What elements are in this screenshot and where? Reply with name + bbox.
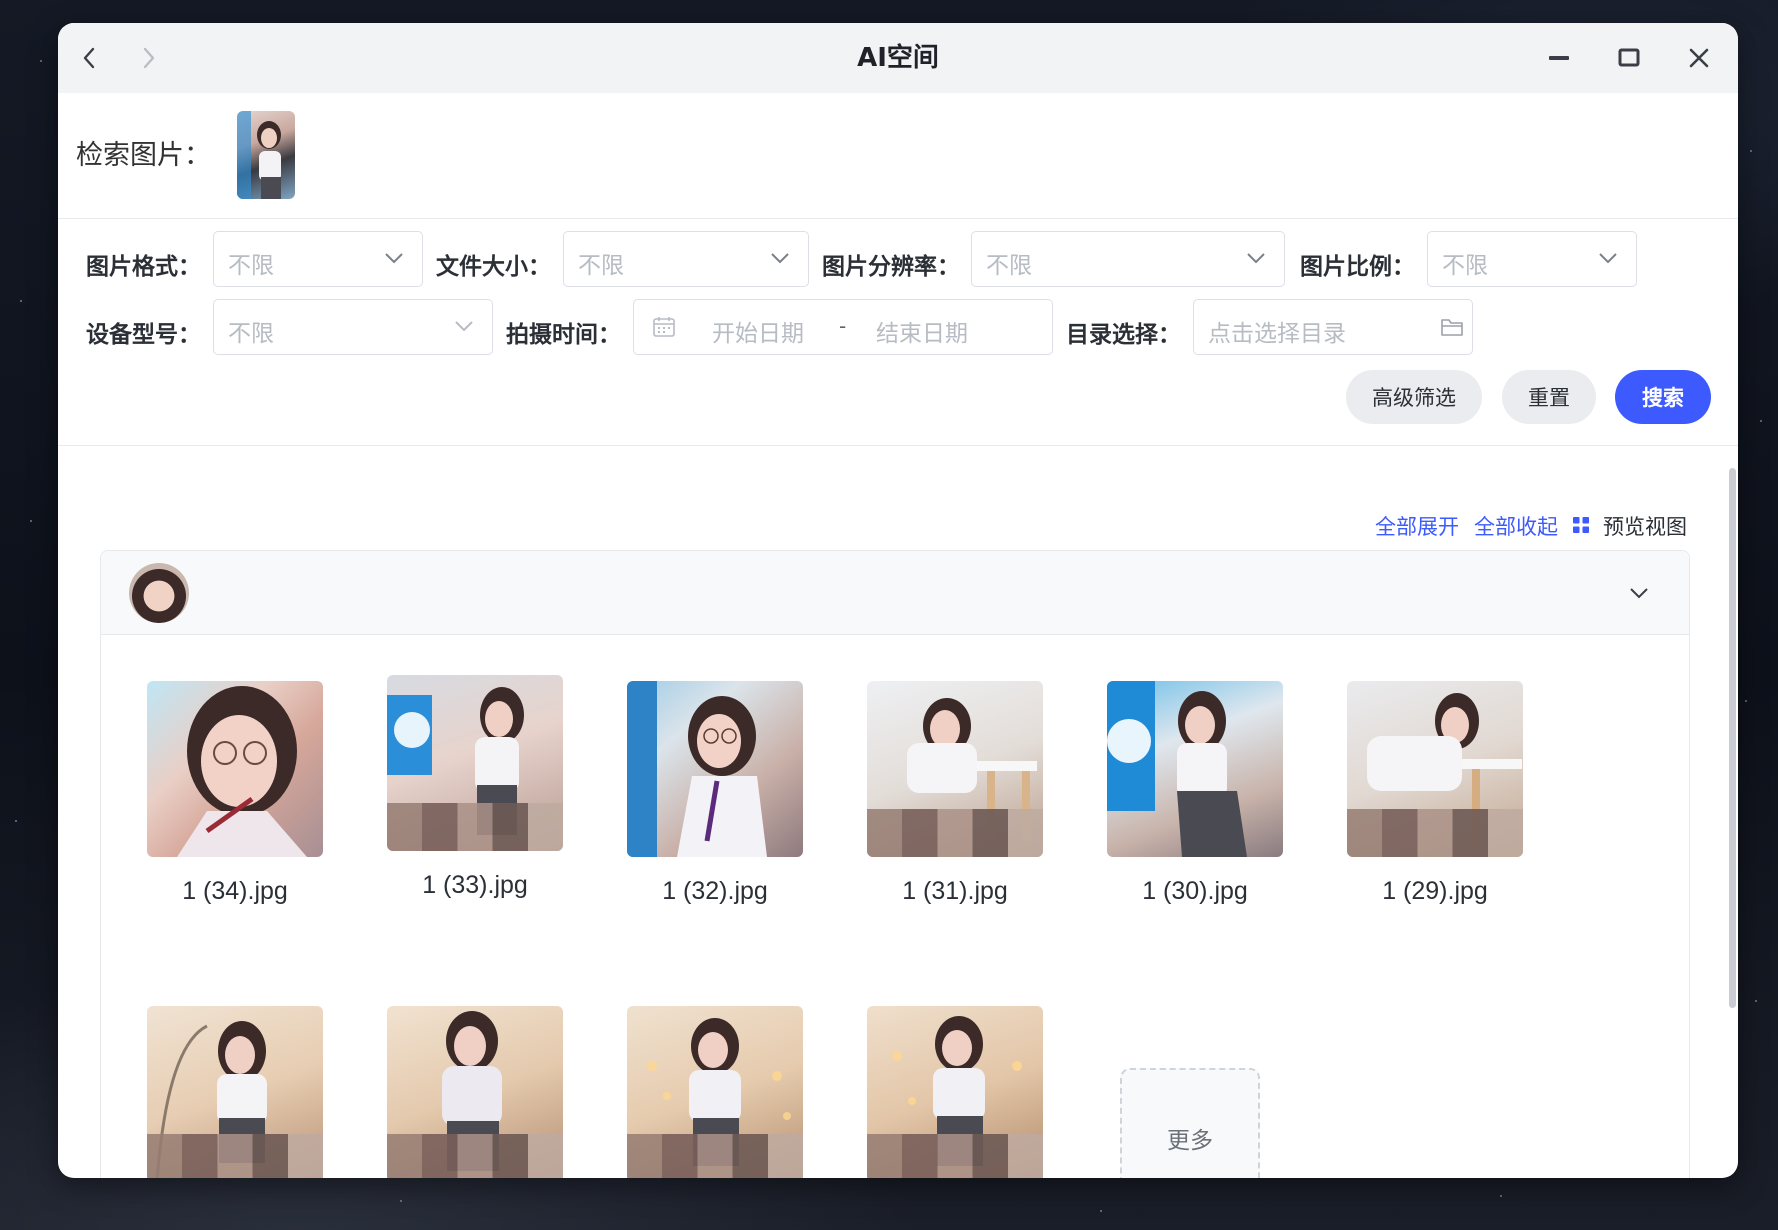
size-select[interactable]: 不限	[563, 231, 809, 287]
image-thumbnail[interactable]	[1347, 681, 1523, 857]
image-card[interactable]	[627, 1006, 803, 1178]
image-thumbnail[interactable]	[387, 675, 563, 851]
start-date-input[interactable]: 开始日期	[712, 314, 804, 348]
maximize-button[interactable]	[1614, 43, 1644, 73]
filter-panel: 图片格式： 不限 文件大小： 不限 图片分辨率： 不限 图片比例： 不限 设备型…	[58, 219, 1738, 446]
minimize-icon	[1549, 56, 1569, 60]
chevron-down-icon[interactable]	[1629, 586, 1649, 600]
image-thumbnail[interactable]	[627, 681, 803, 857]
format-select[interactable]: 不限	[213, 231, 423, 287]
date-range-picker[interactable]: 开始日期 - 结束日期	[633, 299, 1053, 355]
chevron-down-icon	[455, 321, 473, 332]
directory-placeholder: 点击选择目录	[1208, 321, 1346, 347]
image-filename: 1 (30).jpg	[1142, 877, 1248, 905]
image-thumbnail[interactable]	[147, 1006, 323, 1178]
person-avatar[interactable]	[129, 563, 189, 623]
search-button[interactable]: 搜索	[1615, 370, 1711, 424]
maximize-icon	[1618, 48, 1640, 67]
end-date-input[interactable]: 结束日期	[876, 314, 968, 348]
image-card[interactable]: 1 (33).jpg	[387, 675, 563, 900]
image-filename: 1 (34).jpg	[182, 877, 288, 905]
image-thumbnail[interactable]	[867, 1006, 1043, 1178]
image-card[interactable]: 1 (34).jpg	[147, 681, 323, 906]
image-card[interactable]: 1 (30).jpg	[1107, 681, 1283, 906]
group-header[interactable]	[101, 551, 1689, 635]
capture-time-label: 拍摄时间：	[506, 322, 621, 348]
mosaic-overlay	[387, 1134, 563, 1178]
collapse-all-link[interactable]: 全部收起	[1474, 511, 1558, 541]
query-image-row: 检索图片：	[58, 93, 1738, 219]
image-filename: 1 (32).jpg	[662, 877, 768, 905]
image-filename: 1 (29).jpg	[1382, 877, 1488, 905]
date-separator: -	[839, 314, 847, 338]
image-card[interactable]: 1 (31).jpg	[867, 681, 1043, 906]
advanced-filter-button[interactable]: 高级筛选	[1346, 370, 1482, 424]
resolution-select[interactable]: 不限	[971, 231, 1285, 287]
vertical-scrollbar[interactable]	[1729, 468, 1736, 1008]
preview-view-toggle[interactable]: 预览视图	[1603, 511, 1687, 541]
chevron-down-icon	[1247, 253, 1265, 264]
directory-label: 目录选择：	[1066, 322, 1181, 348]
image-filename: 1 (31).jpg	[902, 877, 1008, 905]
image-thumbnail[interactable]	[1107, 681, 1283, 857]
image-filename: 1 (33).jpg	[422, 871, 528, 899]
image-card[interactable]: 1 (32).jpg	[627, 681, 803, 906]
device-label: 设备型号：	[86, 322, 201, 348]
calendar-icon	[653, 317, 675, 337]
resolution-value: 不限	[986, 253, 1032, 279]
mosaic-overlay	[867, 1134, 1043, 1178]
image-card[interactable]: 1 (29).jpg	[1347, 681, 1523, 906]
ratio-label: 图片比例：	[1300, 254, 1415, 280]
title-bar: AI空间	[58, 23, 1738, 93]
resolution-label: 图片分辨率：	[822, 254, 960, 280]
image-card[interactable]	[387, 1006, 563, 1178]
ratio-select[interactable]: 不限	[1427, 231, 1637, 287]
close-icon	[1689, 48, 1709, 68]
image-thumbnail[interactable]	[387, 1006, 563, 1178]
chevron-down-icon	[385, 253, 403, 264]
query-image[interactable]	[237, 111, 295, 199]
mosaic-overlay	[1347, 809, 1523, 857]
size-value: 不限	[578, 253, 624, 279]
minimize-button[interactable]	[1544, 43, 1574, 73]
grid-view-icon	[1573, 517, 1589, 533]
image-thumbnail[interactable]	[627, 1006, 803, 1178]
ratio-value: 不限	[1442, 253, 1488, 279]
size-label: 文件大小：	[436, 254, 551, 280]
mosaic-overlay	[147, 1134, 323, 1178]
expand-all-link[interactable]: 全部展开	[1375, 511, 1459, 541]
device-select[interactable]: 不限	[213, 299, 493, 355]
image-thumbnail[interactable]	[867, 681, 1043, 857]
more-button[interactable]: 更多	[1120, 1068, 1260, 1178]
image-card[interactable]	[867, 1006, 1043, 1178]
format-value: 不限	[228, 253, 274, 279]
device-value: 不限	[228, 321, 274, 347]
image-thumbnail[interactable]	[147, 681, 323, 857]
mosaic-overlay	[867, 809, 1043, 857]
folder-icon	[1441, 319, 1463, 336]
results-area: 全部展开 全部收起 预览视图 1 (34).jpg 1 (33).jpg 1 (…	[58, 435, 1738, 1178]
query-label: 检索图片：	[76, 140, 211, 171]
person-group: 1 (34).jpg 1 (33).jpg 1 (32).jpg 1 (31).…	[100, 550, 1690, 1178]
mosaic-overlay	[387, 803, 563, 851]
close-button[interactable]	[1684, 43, 1714, 73]
chevron-down-icon	[771, 253, 789, 264]
mosaic-overlay	[627, 1134, 803, 1178]
app-window: AI空间 检索图片： 图片格式： 不限 文件大小： 不限 图片分辨率： 不限 图…	[58, 23, 1738, 1178]
image-card[interactable]	[147, 1006, 323, 1178]
directory-picker[interactable]: 点击选择目录	[1193, 299, 1473, 355]
chevron-down-icon	[1599, 253, 1617, 264]
format-label: 图片格式：	[86, 254, 201, 280]
reset-button[interactable]: 重置	[1502, 370, 1596, 424]
window-title: AI空间	[857, 43, 939, 73]
